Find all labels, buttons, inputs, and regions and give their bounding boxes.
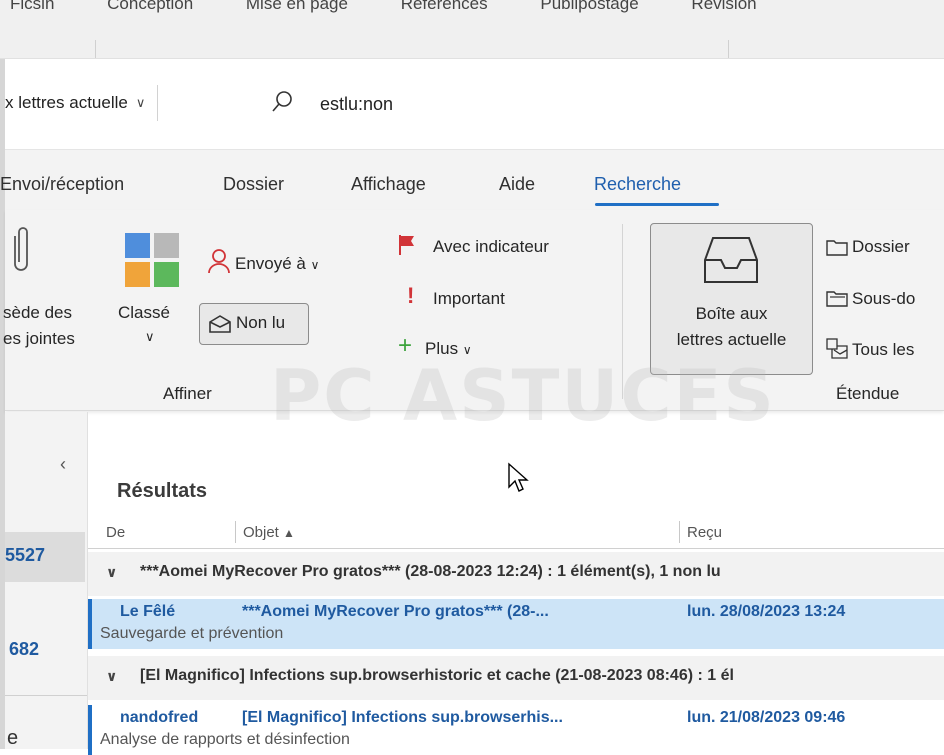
top-tab[interactable]: Révision: [691, 0, 756, 13]
search-input[interactable]: estlu:non: [320, 94, 393, 115]
subfolders-scope-button[interactable]: Sous-do: [852, 289, 915, 309]
top-tab-strip: Ficsin Conception Mise en page Référence…: [0, 0, 944, 59]
column-divider[interactable]: [679, 521, 680, 543]
mouse-cursor-icon: [508, 462, 529, 492]
chevron-down-icon[interactable]: ∨: [106, 564, 117, 581]
unread-label: Non lu: [236, 313, 286, 332]
has-attachments-label-2[interactable]: es jointes: [3, 329, 75, 349]
divider: [95, 40, 96, 58]
folder-scope-button[interactable]: Dossier: [852, 237, 910, 257]
sort-ascending-icon: ▲: [283, 526, 295, 540]
chevron-down-icon[interactable]: ∨: [145, 329, 155, 345]
column-divider[interactable]: [235, 521, 236, 543]
folder-icon: [826, 240, 848, 256]
message-folder: Analyse de rapports et désinfection: [100, 731, 350, 748]
conversation-group-header[interactable]: ∨ ***Aomei MyRecover Pro gratos*** (28-0…: [88, 552, 944, 596]
envelope-open-icon: [209, 315, 231, 333]
top-tab[interactable]: Mise en page: [246, 0, 348, 13]
chevron-down-icon[interactable]: ∨: [106, 668, 117, 685]
message-from: nandofred: [120, 709, 199, 726]
group-header-text: ***Aomei MyRecover Pro gratos*** (28-08-…: [140, 563, 721, 580]
current-mailbox-button[interactable]: Boîte aux lettres actuelle: [650, 223, 813, 375]
search-scope-label: x lettres actuelle: [5, 93, 128, 112]
message-date: lun. 28/08/2023 13:24: [687, 603, 846, 620]
unread-indicator: [88, 599, 92, 649]
has-attachments-label-1[interactable]: sède des: [3, 303, 72, 323]
unread-button[interactable]: Non lu: [199, 303, 309, 345]
message-date: lun. 21/08/2023 09:46: [687, 709, 846, 726]
mailbox-label-1: Boîte aux: [695, 304, 768, 323]
search-bar: x lettres actuelle ∨ estlu:non: [5, 59, 944, 150]
search-icon[interactable]: [270, 90, 294, 114]
tab-help[interactable]: Aide: [499, 174, 535, 195]
message-subject: [El Magnifico] Infections sup.browserhis…: [242, 709, 563, 726]
inbox-tray-icon: [704, 237, 758, 283]
top-tab[interactable]: Références: [401, 0, 488, 13]
folder-pane: ‹ 5527 682 e: [5, 412, 88, 749]
column-header-subject-label: Objet: [243, 524, 279, 541]
folder-count: 682: [9, 639, 40, 659]
conversation-group-header[interactable]: ∨ [El Magnifico] Infections sup.browserh…: [88, 656, 944, 700]
mailbox-label-2: lettres actuelle: [676, 330, 787, 349]
divider: [728, 40, 729, 58]
column-header-row: De Objet ▲ Reçu: [88, 518, 944, 549]
person-icon: [208, 249, 230, 274]
folder-item-partial[interactable]: e: [7, 727, 18, 750]
column-header-subject[interactable]: Objet ▲: [243, 524, 295, 541]
flagged-button[interactable]: Avec indicateur: [433, 237, 549, 257]
scope-group-label: Étendue: [836, 384, 900, 403]
top-tab[interactable]: Conception: [107, 0, 193, 13]
important-button[interactable]: Important: [433, 289, 505, 309]
ribbon-tab-bar: Envoi/réception Dossier Affichage Aide R…: [0, 150, 944, 210]
top-tabs-cut: Ficsin Conception Mise en page Référence…: [10, 0, 944, 14]
tab-search[interactable]: Recherche: [594, 174, 681, 195]
message-subject: ***Aomei MyRecover Pro gratos*** (28-...: [242, 603, 549, 620]
message-from: Le Fêlé: [120, 603, 176, 620]
tab-folder[interactable]: Dossier: [223, 174, 284, 195]
important-icon: !: [407, 283, 415, 308]
group-header-text: [El Magnifico] Infections sup.browserhis…: [140, 667, 734, 684]
results-title: Résultats: [117, 480, 208, 502]
all-mailboxes-button[interactable]: Tous les: [852, 340, 914, 360]
divider: [5, 695, 87, 696]
column-header-received[interactable]: Reçu: [687, 524, 722, 541]
message-row[interactable]: nandofred [El Magnifico] Infections sup.…: [88, 705, 944, 755]
chevron-down-icon: ∨: [310, 258, 320, 272]
tab-send-receive[interactable]: Envoi/réception: [0, 174, 124, 195]
message-folder: Sauvegarde et prévention: [100, 625, 284, 642]
subfolders-icon: [826, 291, 848, 307]
folder-count: 5527: [5, 545, 46, 565]
categorize-icon[interactable]: [124, 232, 180, 288]
search-scope-dropdown[interactable]: x lettres actuelle ∨: [5, 85, 159, 121]
column-header-from[interactable]: De: [106, 524, 125, 541]
paperclip-icon: [14, 227, 28, 271]
chevron-down-icon: ∨: [135, 95, 146, 110]
flag-icon: [399, 235, 414, 255]
active-tab-indicator: [595, 203, 719, 206]
sent-to-label: Envoyé à: [235, 254, 306, 273]
all-mailboxes-icon: [826, 338, 848, 359]
tab-view[interactable]: Affichage: [351, 174, 426, 195]
collapse-pane-icon[interactable]: ‹: [60, 454, 66, 475]
message-row[interactable]: Le Fêlé ***Aomei MyRecover Pro gratos***…: [88, 599, 944, 649]
categorized-button[interactable]: Classé: [118, 303, 170, 323]
refine-group-label: Affiner: [163, 384, 212, 403]
watermark: PC ASTUCES: [270, 355, 776, 437]
sent-to-button[interactable]: Envoyé à ∨: [235, 254, 319, 274]
top-tab[interactable]: Publipostage: [540, 0, 638, 13]
top-tab[interactable]: Ficsin: [10, 0, 54, 13]
unread-indicator: [88, 705, 92, 755]
